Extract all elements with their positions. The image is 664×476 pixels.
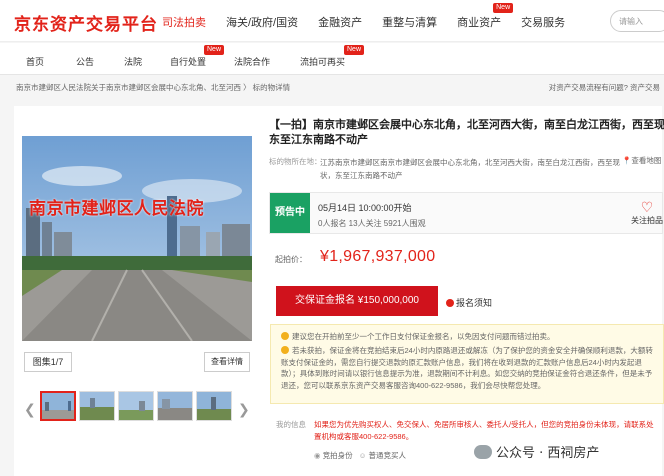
thumbnail[interactable] [79,391,115,421]
nav-trade-services[interactable]: 交易服务 [521,14,565,30]
new-badge: New [493,3,514,13]
bidder-identity: ◉ 竞拍身份 ☺ 普通竞买人 [314,450,406,461]
nav-restructuring[interactable]: 重整与清算 [382,14,437,30]
start-time: 05月14日 10:00:00开始 [318,203,412,213]
thumbnail[interactable] [118,391,154,421]
nav-customs-government[interactable]: 海关/政府/国资 [226,14,298,30]
nav-financial-assets[interactable]: 金融资产 [318,14,362,30]
participation-stats: 0人报名 13人关注 5921人围观 [318,219,426,228]
my-info-text: 如果您为优先购买权人、免交保人、免居所审核人、委托人/受托人，但您的竞拍身份未体… [314,420,654,441]
subnav-announcements[interactable]: 公告 [76,55,94,68]
info-dot-icon [446,299,454,307]
thumbnail-strip: ❮ ❯ [22,391,252,429]
subnav-self-disposal[interactable]: 自行处置 New [170,45,225,68]
subnav-failed-auction-rebuy-label: 流拍可再买 [300,57,346,67]
new-badge: New [204,45,225,55]
site-logo[interactable]: 京东资产交易平台 [14,10,158,35]
tip-text: 建议您在开拍前至少一个工作日支付保证金报名，以免因支付问题而错过拍卖。 [292,332,555,341]
registration-notice-label: 报名须知 [456,298,493,308]
pay-deposit-register-button[interactable]: 交保证金报名 ¥150,000,000 [276,286,438,316]
auction-status-box: 预告中 05月14日 10:00:00开始 0人报名 13人关注 5921人围观… [269,192,663,234]
subnav-self-disposal-label: 自行处置 [170,57,207,67]
heart-plus-icon: ♡ [640,199,654,215]
tip-item: 若未获拍，保证金将在竞拍结束后24小时内原路退还或解冻（为了保护您的资金安全并确… [281,345,659,391]
radio-icon: ◉ [314,451,321,460]
subnav-court-cooperation[interactable]: 法院合作 [234,55,270,68]
watermark-text: 公众号 · 西祠房产 [496,446,600,461]
gallery-count: 图集1/7 [24,352,72,372]
tip-item: 建议您在开拍前至少一个工作日支付保证金报名，以免因支付问题而错过拍卖。 [281,331,659,343]
nav-commercial-assets-label: 商业资产 [457,17,502,29]
location-pin-icon: 📍 [622,156,632,165]
user-icon: ☺ [358,451,367,460]
chevron-right-icon[interactable]: ❯ [238,401,250,418]
view-map-label: 查看地图 [631,156,662,165]
warning-icon [281,346,289,354]
thumbnail-image [197,392,231,420]
thumbnail-image [119,392,153,420]
top-header: 京东资产交易平台 司法拍卖 海关/政府/国资 金融资产 重整与清算 商业资产 N… [0,0,664,42]
lot-title-line-1: 【一拍】南京市建邺区会展中心东北角，北至河西大街，南至白龙江西街，西至现状， [269,119,664,131]
subnav-courts[interactable]: 法院 [124,55,142,68]
bidder-identity-label: 竞拍身份 [322,451,353,460]
tip-text: 若未获拍，保证金将在竞拍结束后24小时内原路退还或解冻（为了保护您的资金安全并确… [281,346,653,390]
status-badge: 预告中 [270,193,310,233]
main-photo[interactable]: 南京市建邺区人民法院 [22,136,252,341]
warning-icon [281,332,289,340]
starting-price: ¥1,967,937,000 [320,248,436,265]
deposit-tips-box: 建议您在开拍前至少一个工作日支付保证金报名，以免因支付问题而错过拍卖。 若未获拍… [270,324,664,404]
thumbnail-image [80,392,114,420]
process-help-link[interactable]: 对资产交易流程有问题? 资产交易 [549,82,660,93]
lot-detail-panel: 南京市建邺区人民法院 图集1/7 查看详情 ❮ ❯ 【一拍】南京市建邺区会展中心… [14,106,664,476]
thumbnail[interactable] [157,391,193,421]
photo-caption: 南京市建邺区人民法院 [29,199,204,219]
address-label: 标的物所在地： [269,157,322,166]
subnav-home[interactable]: 首页 [26,55,44,68]
thumbnail[interactable] [40,391,76,421]
search-input[interactable]: 请输入 [610,10,664,32]
my-info-label: 我的信息 [276,420,306,429]
address-text: 江苏南京市建邺区南京市建邺区会展中心东北角，北至河西大街，南至白龙江西街，西至现… [320,158,620,180]
sub-nav: 首页 公告 法院 自行处置 New 法院合作 流拍可再买 New [0,43,664,75]
thumbnail-image [158,392,192,420]
lot-title: 【一拍】南京市建邺区会展中心东北角，北至河西大街，南至白龙江西街，西至现状， 东… [269,118,664,148]
thumbnail-image [42,393,74,419]
follow-label: 关注拍品 [631,216,663,225]
wechat-icon [474,445,492,459]
thumbnail[interactable] [196,391,232,421]
starting-price-label: 起拍价： [275,255,307,264]
view-details-button[interactable]: 查看详情 [204,352,250,372]
chevron-left-icon[interactable]: ❮ [24,401,36,418]
view-map-link[interactable]: 📍查看地图 [622,155,661,166]
nav-commercial-assets[interactable]: 商业资产 New [457,3,514,30]
lot-title-line-2: 东至江东南路不动产 [269,134,368,146]
bidder-identity-value: 普通竞买人 [368,451,407,460]
subnav-failed-auction-rebuy[interactable]: 流拍可再买 New [300,45,365,68]
main-nav: 司法拍卖 海关/政府/国资 金融资产 重整与清算 商业资产 New 交易服务 [162,3,585,30]
nav-judicial-auction[interactable]: 司法拍卖 [162,14,206,30]
plaza-photo-image [22,136,252,341]
new-badge: New [344,45,365,55]
follow-button[interactable]: ♡ 关注拍品 [630,199,664,226]
wechat-watermark: 公众号 · 西祠房产 [474,442,599,461]
registration-notice-link[interactable]: 报名须知 [446,296,492,309]
